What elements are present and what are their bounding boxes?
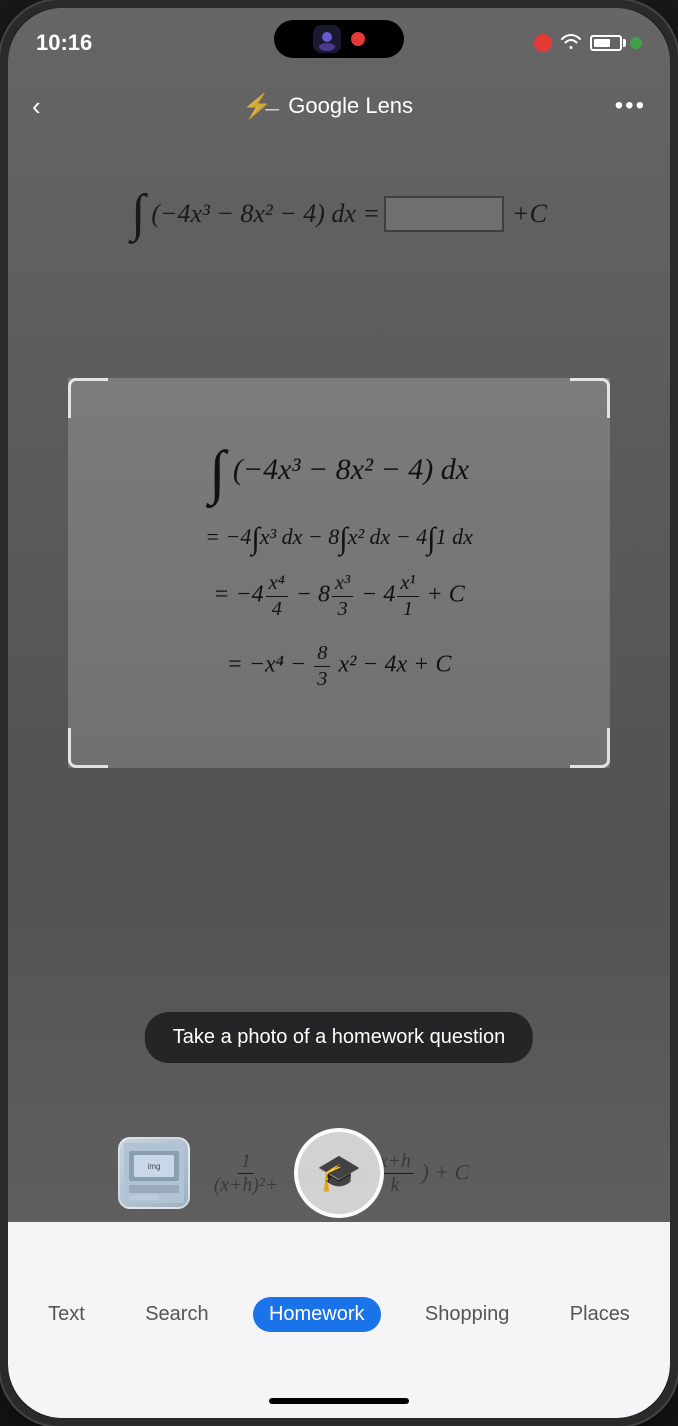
di-app-icon [313, 25, 341, 53]
gallery-thumbnail[interactable]: img [118, 1137, 190, 1209]
math-top-equation: ∫ (−4x³ − 8x² − 4) dx = +C [131, 193, 547, 235]
integral-1: ∫ [209, 439, 225, 505]
homework-icon: 🎓 [317, 1152, 362, 1194]
tooltip-text: Take a photo of a homework question [173, 1026, 505, 1048]
answer-box [384, 196, 504, 232]
tab-shopping[interactable]: Shopping [409, 1297, 526, 1332]
tabs-container: Text Search Homework Shopping Places [8, 1222, 670, 1398]
camera-controls: img 🎓 [8, 1128, 670, 1218]
status-time: 10:16 [36, 30, 92, 56]
integral-3: ∫ [339, 522, 347, 556]
shutter-button[interactable]: 🎓 [294, 1128, 384, 1218]
equation-1: ∫ (−4x³ − 8x² − 4) dx [209, 448, 469, 496]
integral-4: ∫ [427, 522, 435, 556]
tab-bar: Text Search Homework Shopping Places [8, 1222, 670, 1418]
frac-x1: x¹1 [397, 571, 418, 621]
plus-c-top: +C [512, 199, 547, 229]
equation-4: = −x⁴ − 83 x² − 4x + C [227, 641, 452, 691]
more-options-button[interactable]: ••• [615, 92, 646, 120]
home-indicator [269, 1398, 409, 1404]
integral-2: ∫ [251, 522, 259, 556]
app-bar-center: ⚡̶ Google Lens [242, 92, 413, 121]
svg-text:img: img [148, 1162, 161, 1171]
wifi-svg [560, 33, 582, 49]
battery-icon [590, 35, 622, 51]
green-dot [630, 37, 642, 49]
frac-x3: x³3 [332, 571, 353, 621]
dynamic-island [274, 20, 404, 58]
wifi-icon [560, 33, 582, 54]
app-bar: ‹ ⚡̶ Google Lens ••• [8, 76, 670, 136]
screen: ∫ (−4x³ − 8x² − 4) dx = +C ∫ (−4x³ − 8x²… [8, 8, 670, 1418]
integral-symbol-top: ∫ [131, 193, 145, 235]
top-eq-text: (−4x³ − 8x² − 4) dx = [151, 199, 380, 229]
thumbnail-image: img [124, 1143, 184, 1203]
math-inside: ∫ (−4x³ − 8x² − 4) dx = −4∫x³ dx − 8∫x² … [8, 398, 670, 691]
frac-8: 83 [314, 641, 330, 691]
app-bar-title: Google Lens [288, 93, 413, 119]
equation-3: = −4x⁴4 − 8x³3 − 4x¹1 + C [213, 571, 464, 621]
frac-x4: x⁴4 [266, 571, 288, 621]
battery-fill [594, 39, 610, 47]
back-button[interactable]: ‹ [32, 91, 41, 122]
tab-search[interactable]: Search [129, 1297, 224, 1332]
tab-homework[interactable]: Homework [253, 1297, 381, 1332]
record-dot [534, 34, 552, 52]
flash-off-icon[interactable]: ⚡̶ [242, 92, 272, 121]
tab-places[interactable]: Places [554, 1297, 646, 1332]
phone-frame: ∫ (−4x³ − 8x² − 4) dx = +C ∫ (−4x³ − 8x²… [0, 0, 678, 1426]
equation-2: = −4∫x³ dx − 8∫x² dx − 4∫1 dx [205, 524, 473, 551]
tab-text[interactable]: Text [32, 1297, 101, 1332]
di-record-indicator [351, 32, 365, 46]
tooltip: Take a photo of a homework question [145, 1012, 533, 1063]
status-right [534, 33, 642, 54]
di-icon-svg [313, 25, 341, 53]
